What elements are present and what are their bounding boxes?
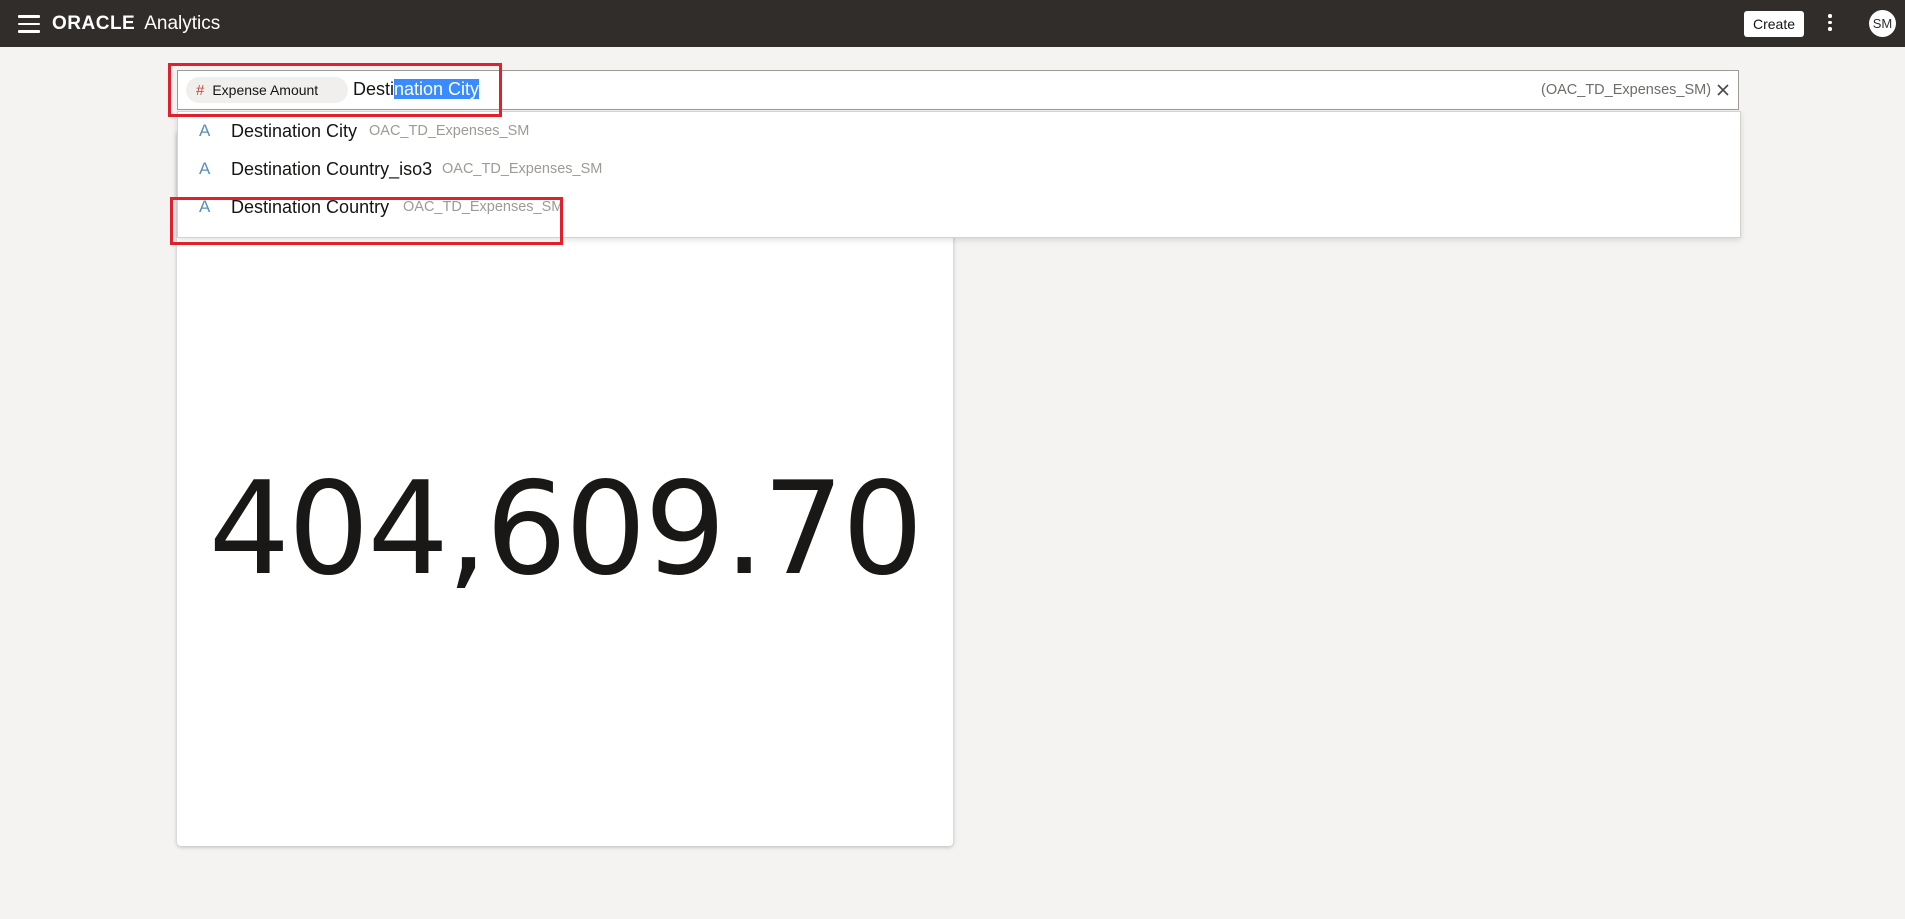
subject-area-label: (OAC_TD_Expenses_SM)	[1541, 82, 1712, 98]
suggestion-source: OAC_TD_Expenses_SM	[442, 161, 603, 177]
suggestion-label: Destination City	[231, 120, 358, 141]
search-bar[interactable]: # Expense Amount Destination City (OAC_T…	[177, 70, 1739, 110]
oracle-logo: ORACLE	[52, 13, 136, 34]
hamburger-menu-icon[interactable]	[18, 15, 40, 33]
measure-chip-label: Expense Amount	[212, 82, 319, 98]
suggestion-destination-country-iso3[interactable]: A Destination Country_iso3 OAC_TD_Expens…	[178, 151, 1740, 187]
app-brand[interactable]: ORACLE Analytics	[52, 13, 220, 35]
suggestion-dropdown: A Destination City OAC_TD_Expenses_SM A …	[177, 111, 1741, 238]
selected-autocomplete-text: nation City	[394, 79, 480, 99]
suggestion-label: Destination Country_iso3	[231, 158, 433, 179]
close-icon[interactable]	[1711, 78, 1735, 102]
measure-hash-icon: #	[196, 81, 205, 99]
suggestion-source: OAC_TD_Expenses_SM	[369, 123, 530, 139]
kpi-value: 404,609.70	[208, 455, 924, 604]
suggestion-source: OAC_TD_Expenses_SM	[403, 199, 564, 215]
measure-chip[interactable]: # Expense Amount	[186, 77, 348, 103]
typed-text: Desti	[353, 79, 395, 99]
suggestion-label: Destination Country	[231, 196, 390, 217]
attribute-icon: A	[199, 197, 211, 216]
attribute-icon: A	[199, 121, 211, 140]
more-options-icon[interactable]	[1826, 14, 1834, 34]
attribute-icon: A	[199, 159, 211, 178]
app-header: ORACLE Analytics Create SM	[0, 0, 1905, 47]
suggestion-destination-country[interactable]: A Destination Country OAC_TD_Expenses_SM	[178, 189, 1740, 225]
create-button[interactable]: Create	[1744, 11, 1805, 37]
product-name: Analytics	[144, 13, 221, 34]
suggestion-destination-city[interactable]: A Destination City OAC_TD_Expenses_SM	[178, 113, 1740, 149]
user-avatar[interactable]: SM	[1869, 10, 1896, 37]
search-input[interactable]: Destination City	[353, 79, 480, 100]
